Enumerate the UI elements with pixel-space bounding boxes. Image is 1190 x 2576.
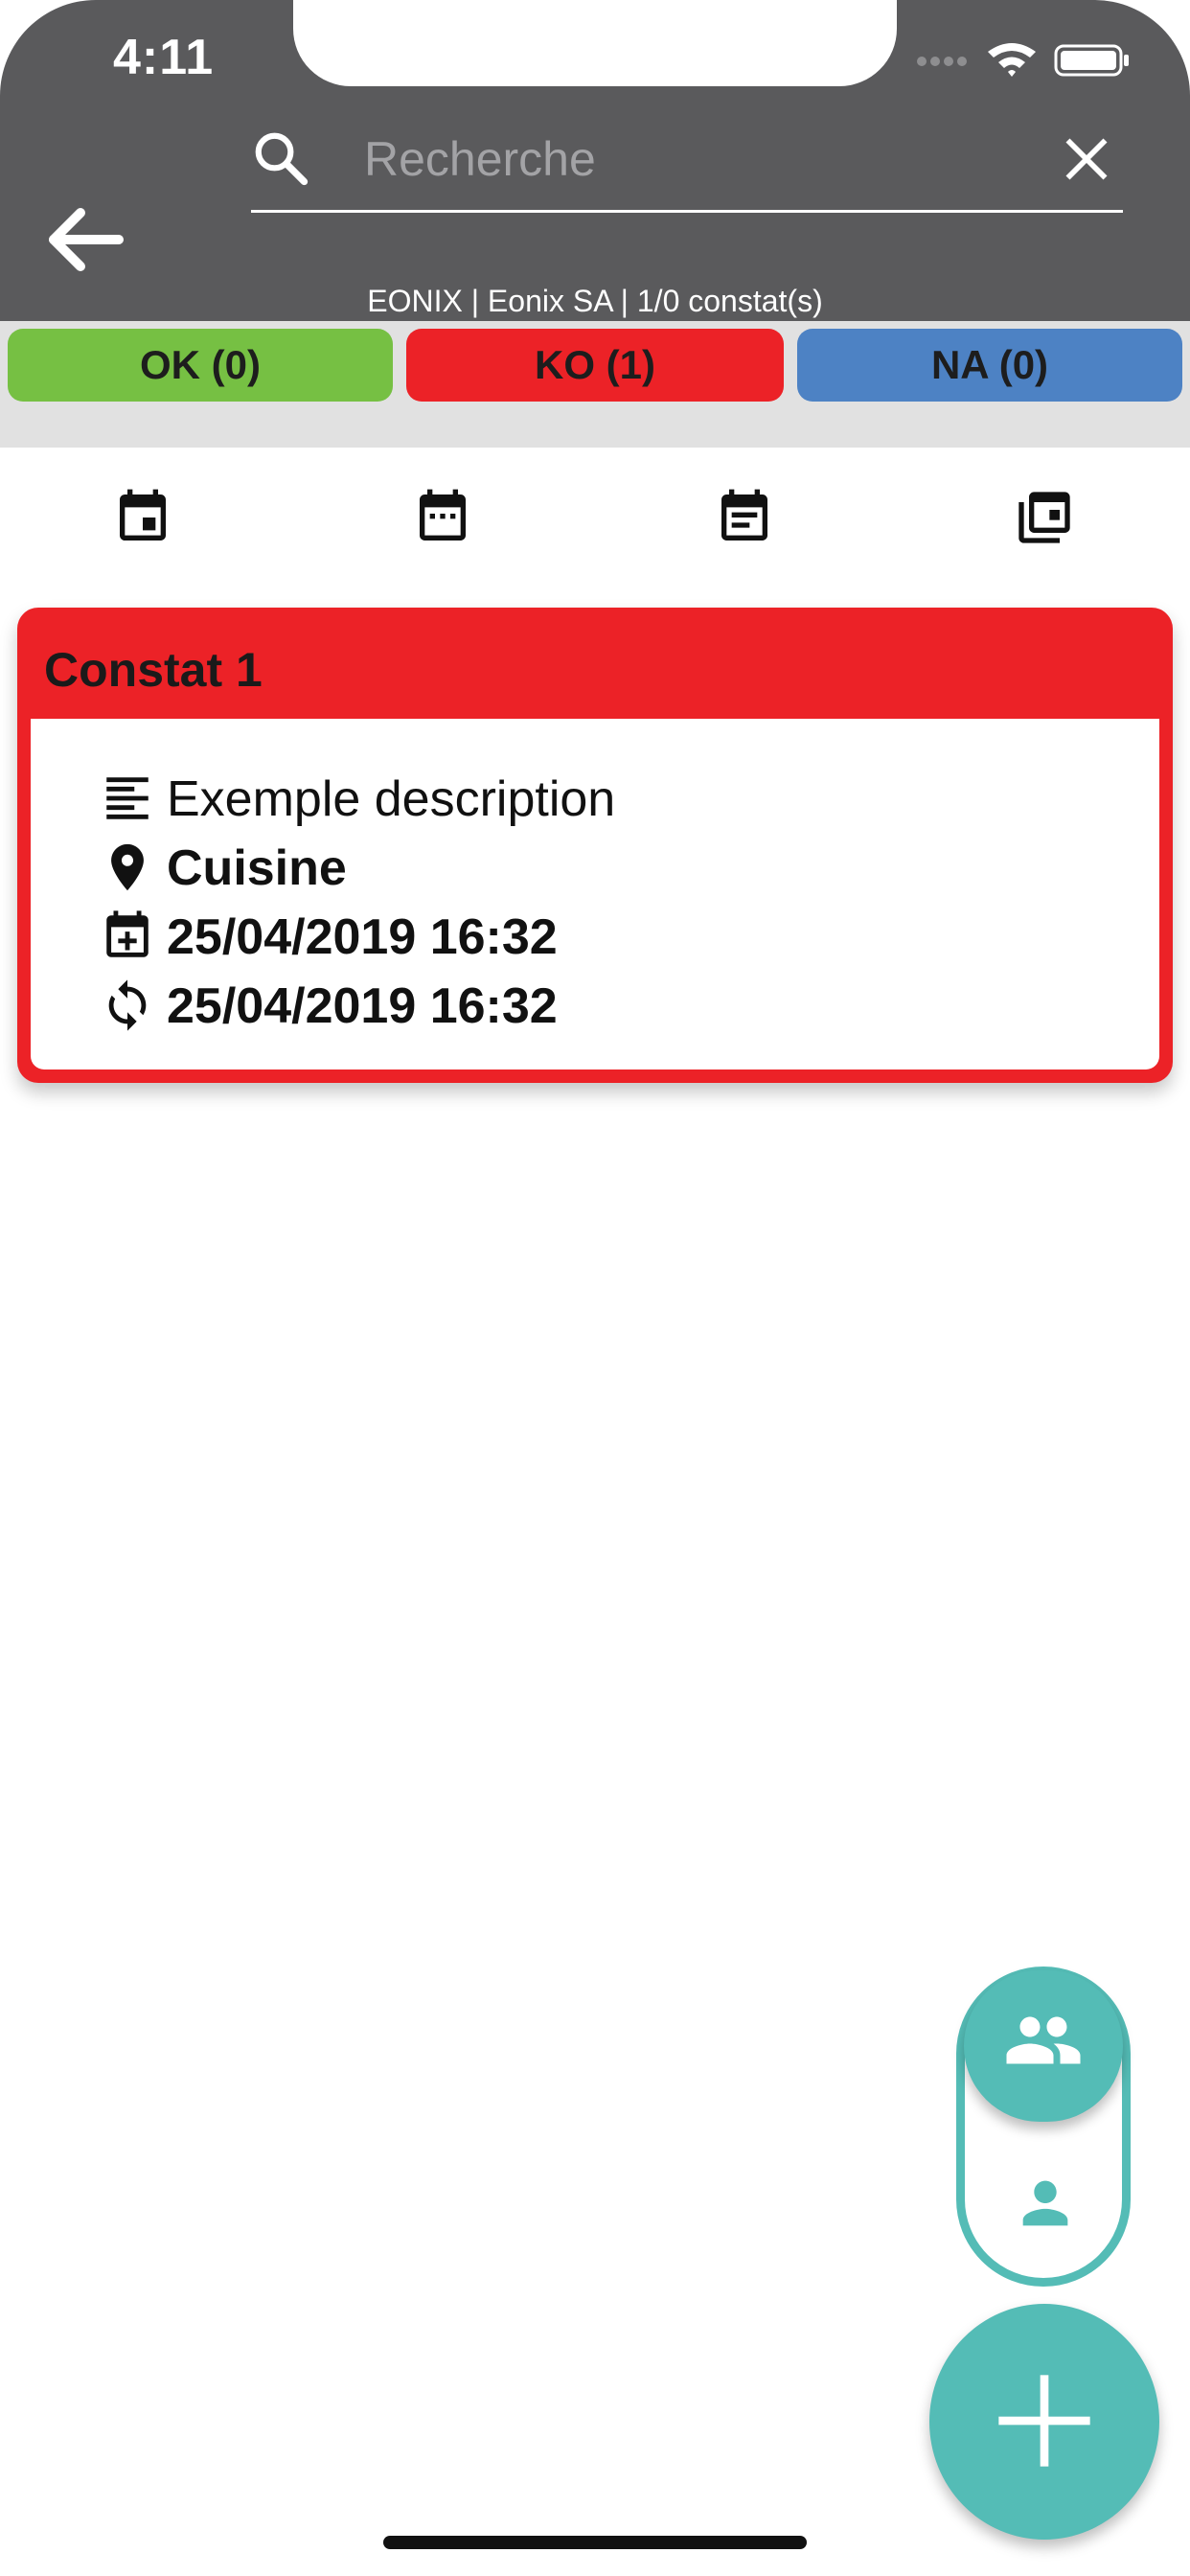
library-icon[interactable] <box>1014 487 1075 548</box>
group-view-button[interactable] <box>964 1970 1123 2122</box>
constat-card[interactable]: Constat 1 Exemple description Cuisine 25… <box>17 608 1173 1083</box>
calendar-note-icon[interactable] <box>714 487 775 548</box>
person-icon[interactable] <box>1012 2170 1079 2237</box>
home-indicator[interactable] <box>383 2536 807 2549</box>
card-location: Cuisine <box>167 840 347 896</box>
filter-bar: OK (0) KO (1) NA (0) <box>0 321 1190 448</box>
group-icon <box>1006 2016 1081 2064</box>
card-description: Exemple description <box>167 771 616 827</box>
status-icons <box>916 40 1136 79</box>
status-time: 4:11 <box>113 30 215 85</box>
plus-icon <box>998 2375 1090 2467</box>
card-body: Exemple description Cuisine 25/04/2019 1… <box>31 719 1159 1070</box>
calendar-today-icon[interactable] <box>412 487 473 548</box>
calendar-event-icon[interactable] <box>112 487 173 548</box>
text-lines-icon <box>106 777 149 819</box>
add-constat-button[interactable] <box>929 2304 1159 2540</box>
header-subtitle: EONIX | Eonix SA | 1/0 constat(s) <box>367 284 823 318</box>
card-updated-date: 25/04/2019 16:32 <box>167 978 558 1034</box>
app-header: 4:11 Recherche EONIX | Eonix SA | 1/0 co… <box>0 0 1190 321</box>
search-icon[interactable] <box>251 128 310 188</box>
screen: 4:11 Recherche EONIX | Eonix SA | 1/0 co… <box>0 0 1190 2576</box>
search-bar <box>251 115 1123 213</box>
signal-wifi-battery-icon <box>917 43 1129 77</box>
back-arrow-icon[interactable] <box>46 207 126 272</box>
filter-na-button[interactable]: NA (0) <box>797 329 1182 402</box>
filter-ok-button[interactable]: OK (0) <box>8 329 393 402</box>
search-input[interactable] <box>364 128 996 190</box>
card-created-date: 25/04/2019 16:32 <box>167 909 558 965</box>
calendar-plus-icon <box>106 910 149 957</box>
card-title: Constat 1 <box>44 643 263 697</box>
location-pin-icon <box>111 843 144 891</box>
sync-icon <box>108 979 147 1031</box>
close-icon[interactable] <box>1062 134 1111 184</box>
filter-ko-button[interactable]: KO (1) <box>406 329 784 402</box>
device-notch <box>293 0 897 86</box>
